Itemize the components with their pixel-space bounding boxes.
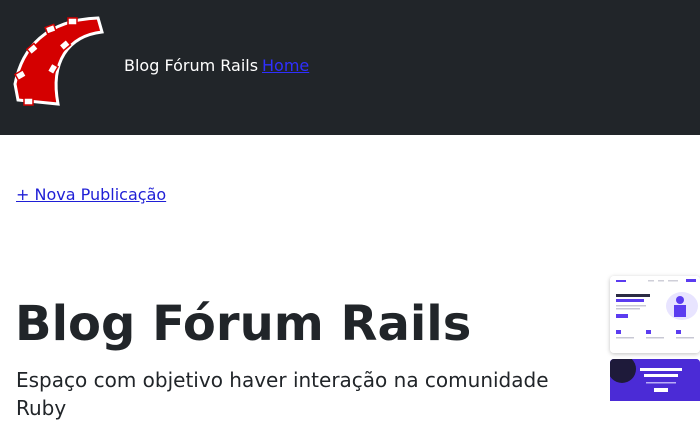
launch-page-preview-image [610, 359, 700, 401]
rails-logo-icon[interactable] [10, 12, 105, 114]
landing-page-preview-image [610, 276, 700, 353]
new-post-link[interactable]: + Nova Publicação [16, 185, 166, 205]
navbar-brand[interactable]: Blog Fórum Rails [124, 56, 258, 76]
nav-home-link[interactable]: Home [262, 56, 309, 76]
hero-description: Espaço com objetivo haver interação na c… [16, 368, 549, 420]
secondary-image-preview [610, 359, 700, 401]
hero-image-preview [610, 276, 700, 353]
hero-title: Blog Fórum Rails [15, 296, 472, 352]
navbar: Blog Fórum Rails Home [0, 0, 700, 135]
